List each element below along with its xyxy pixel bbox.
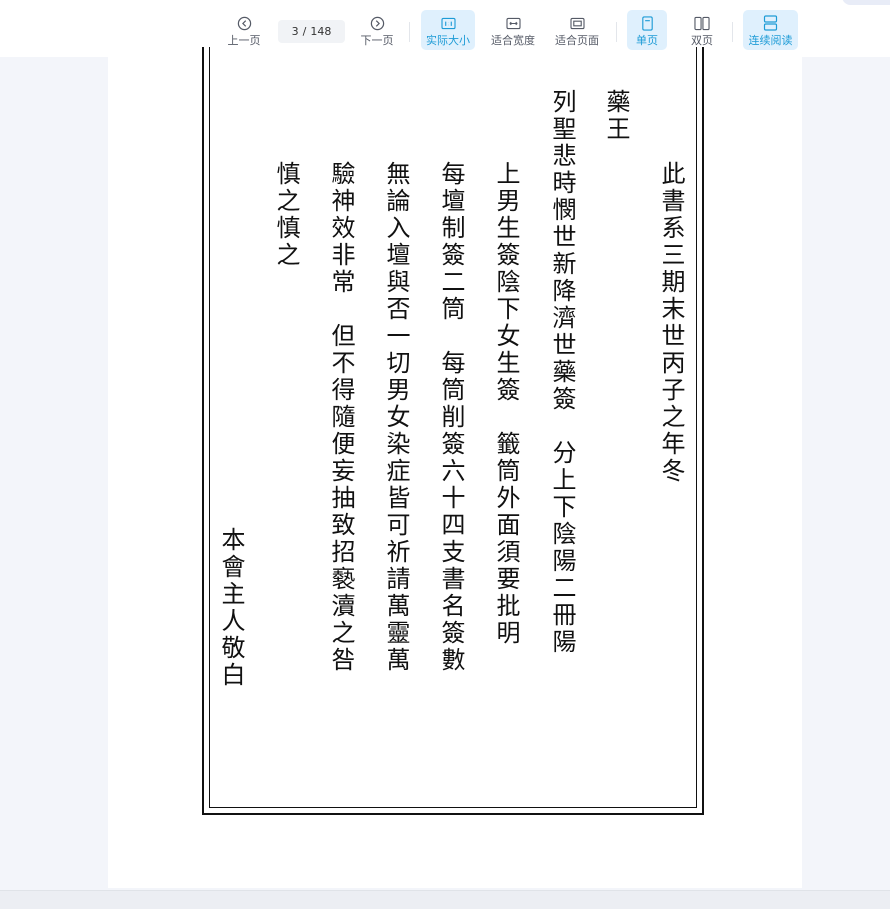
next-page-label: 下一页: [360, 34, 394, 47]
double-page-button[interactable]: 双页: [682, 10, 722, 50]
fit-page-button[interactable]: 适合页面: [551, 10, 603, 50]
page-current-input[interactable]: 3: [292, 25, 299, 38]
corner-tab[interactable]: [842, 0, 890, 5]
actual-size-button[interactable]: 实际大小: [421, 10, 475, 50]
page-total: 148: [310, 25, 332, 38]
prev-page-label: 上一页: [227, 34, 261, 47]
page-separator: /: [302, 25, 307, 38]
text-column-6: 無論入壇與否一切男女染症皆可祈請萬靈萬: [382, 161, 410, 674]
text-column-5: 每壇制簽二筒 每筒削簽六十四支書名簽數: [437, 161, 465, 674]
chevron-left-circle-icon: [237, 13, 252, 33]
document-page: 此書系三期末世丙子之年冬 藥王 列聖悲時憫世新降濟世藥簽 分上下陰陽二冊陽 上男…: [108, 47, 802, 888]
actual-size-icon: [440, 13, 456, 33]
double-page-label: 双页: [691, 34, 713, 47]
chevron-right-circle-icon: [370, 13, 385, 33]
bottom-scroll-bar[interactable]: [0, 890, 890, 909]
continuous-reading-icon: [763, 13, 778, 33]
page-indicator: 3 / 148: [278, 20, 345, 43]
single-page-icon: [641, 13, 654, 33]
fit-width-icon: [505, 13, 521, 33]
text-column-4: 上男生簽陰下女生簽 籤筒外面須要批明: [492, 161, 520, 647]
fit-width-label: 适合宽度: [491, 34, 535, 47]
next-page-button[interactable]: 下一页: [355, 10, 399, 50]
fit-page-label: 适合页面: [555, 34, 599, 47]
actual-size-label: 实际大小: [426, 34, 470, 47]
single-page-button[interactable]: 单页: [627, 10, 667, 50]
text-column-7: 驗神效非常 但不得隨便妄抽致招褻瀆之咎: [327, 161, 355, 674]
prev-page-button[interactable]: 上一页: [222, 10, 266, 50]
toolbar-divider: [616, 22, 617, 42]
text-column-8: 慎之慎之: [272, 161, 300, 269]
text-column-1: 此書系三期末世丙子之年冬: [657, 161, 685, 485]
text-column-9: 本會主人敬白: [217, 527, 245, 689]
continuous-reading-button[interactable]: 连续阅读: [743, 10, 798, 50]
single-page-label: 单页: [636, 34, 658, 47]
continuous-reading-label: 连续阅读: [748, 34, 793, 47]
toolbar-divider: [732, 22, 733, 42]
text-column-3: 列聖悲時憫世新降濟世藥簽 分上下陰陽二冊陽: [548, 89, 576, 656]
toolbar-divider: [409, 22, 410, 42]
double-page-icon: [694, 13, 710, 33]
document-viewport[interactable]: 此書系三期末世丙子之年冬 藥王 列聖悲時憫世新降濟世藥簽 分上下陰陽二冊陽 上男…: [0, 47, 890, 890]
text-column-2: 藥王: [602, 89, 630, 143]
fit-page-icon: [569, 13, 585, 33]
fit-width-button[interactable]: 适合宽度: [487, 10, 539, 50]
